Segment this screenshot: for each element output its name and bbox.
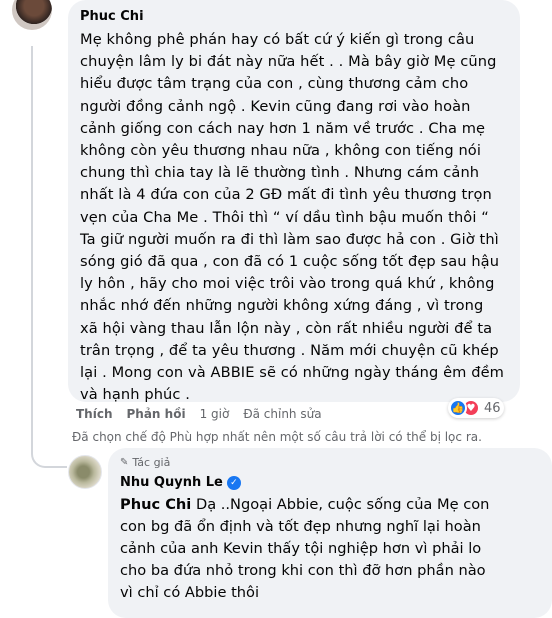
pen-icon: ✎ (120, 457, 129, 468)
author-badge-label: Tác giả (132, 456, 171, 469)
comment-author[interactable]: Phuc Chi (80, 8, 508, 26)
reply-body: Phuc Chi Dạ ..Ngoại Abbie, cuộc sống của… (120, 494, 540, 604)
comment-line: và hạnh phúc . (80, 386, 191, 404)
comment-line: Mẹ không phê phán hay có bất cứ ý kiến g… (80, 31, 475, 48)
reaction-summary[interactable]: 👍 ♥ 46 (448, 398, 504, 418)
reply-button[interactable]: Phản hồi (127, 407, 186, 421)
comment-line: nhắc nhớ đến những người không xứng đáng… (80, 297, 484, 315)
author-badge: ✎ Tác giả (120, 456, 540, 470)
comment-line: xã hội vàng thau lẫn lộn này , còn rất n… (80, 319, 493, 337)
comment-line: người đồng cảnh ngộ . Kevin cũng đang rơ… (80, 97, 471, 115)
verified-icon: ✓ (226, 476, 241, 490)
reply-author[interactable]: Nhu Quynh Le (120, 474, 223, 492)
reply-line: Phuc Chi Dạ ..Ngoại Abbie, cuộc sống của… (120, 494, 540, 516)
comment-line: lại . Mong con và ABBIE sẽ có những ngày… (80, 364, 504, 382)
filter-note: Đã chọn chế độ Phù hợp nhất nên một số c… (72, 430, 482, 444)
reply-line: cho ba đứa nhỏ trong khi con thì đỡ hơn … (120, 562, 486, 579)
comment-line: không còn yêu thương nhau nữa , không co… (80, 142, 481, 160)
reply-avatar[interactable] (68, 455, 102, 489)
thread-connector (31, 446, 67, 468)
reply-first-line-text: Dạ ..Ngoại Abbie, cuộc sống của Mẹ con (191, 496, 490, 513)
reply-bubble: ✎ Tác giả Nhu Quynh Le ✓ Phuc Chi Dạ ..N… (108, 448, 552, 618)
comment-line: ly hôn , hãy cho moi việc trôi vào trong… (80, 275, 495, 293)
reaction-count: 46 (484, 400, 501, 416)
thread-line (31, 46, 33, 451)
comment-bubble: Phuc Chi Mẹ không phê phán hay có bất cứ… (68, 0, 520, 403)
comment-line: sóng gió đã qua , con đã có 1 cuộc sống … (80, 253, 500, 271)
edited-label: Đã chỉnh sửa (243, 407, 322, 421)
reply-line: vì chỉ có Abbie thôi (120, 584, 260, 601)
comment-line: hiểu được tâm trạng của con , cùng thươn… (80, 75, 469, 93)
comment-body: Mẹ không phê phán hay có bất cứ ý kiến g… (80, 29, 508, 406)
comment-line: cảnh giống con cách nay hơn 1 năm về trư… (80, 119, 486, 137)
comment-line: Ta giữ người muốn ra đi thì làm sao được… (80, 230, 499, 248)
reply-line: con bg đã ổn định và tốt đẹp nhưng nghĩ … (120, 518, 481, 535)
reply-line: cảnh của anh Kevin thấy tội nghiệp hơn v… (120, 540, 482, 557)
comment-actions: Thích Phản hồi 1 giờ Đã chỉnh sửa (76, 407, 336, 421)
like-button[interactable]: Thích (76, 407, 113, 421)
comment-timestamp[interactable]: 1 giờ (200, 407, 230, 421)
reply-author-row: Nhu Quynh Le ✓ (120, 474, 540, 492)
mention-link[interactable]: Phuc Chi (120, 496, 191, 513)
comment-line: chuyện lâm ly bi đát này nữa hết . . Mà … (80, 53, 497, 71)
comment-line: trân trọng , để ta yêu thương . Năm mới … (80, 341, 499, 359)
comment-line: chung thì chia tay là lẽ thường tình . N… (80, 164, 480, 182)
comment-line: nhất là 4 đứa con của 2 GĐ mất đi tình y… (80, 186, 492, 204)
avatar[interactable] (12, 0, 52, 30)
comment-line: vẹn của Cha Me . Thôi thì “ ví dầu tình … (80, 208, 489, 226)
like-reaction-icon: 👍 (449, 399, 467, 417)
